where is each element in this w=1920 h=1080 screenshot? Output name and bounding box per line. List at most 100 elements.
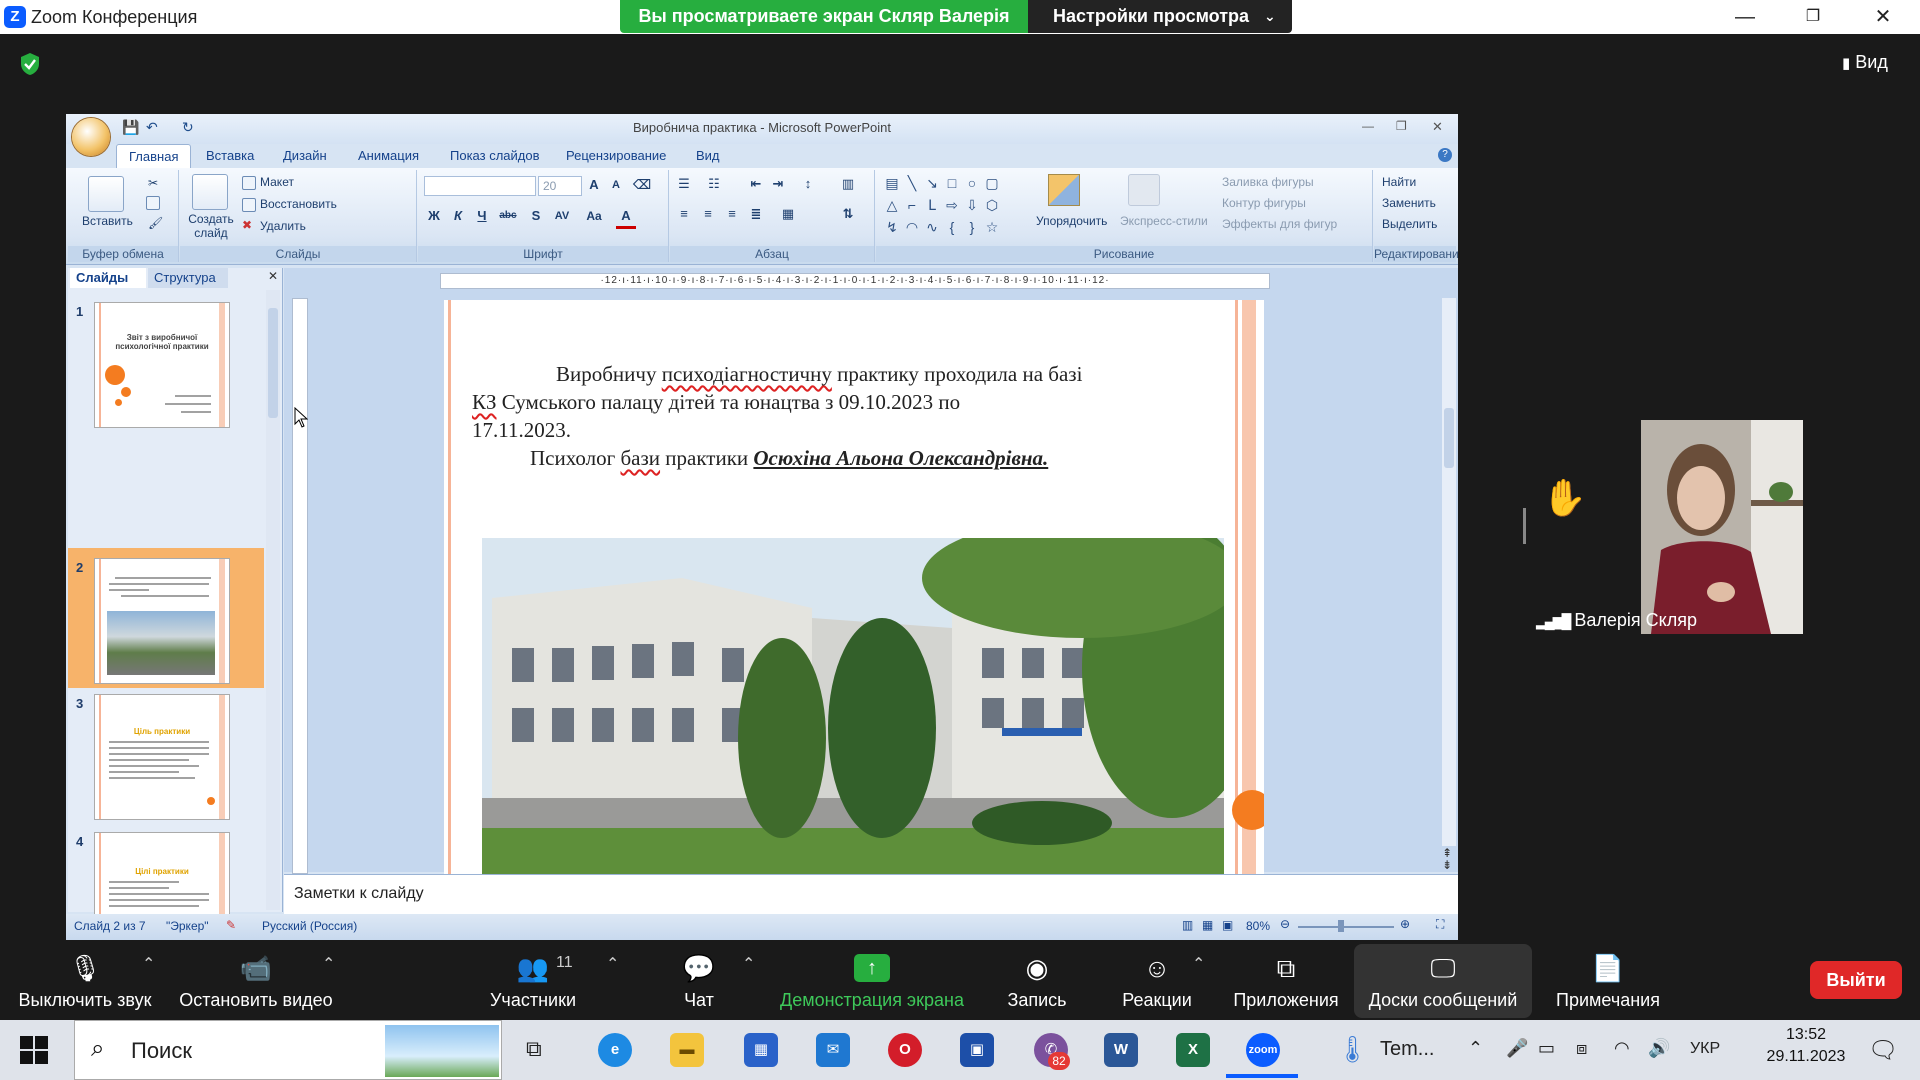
slide-thumbnail-1[interactable]: Звіт з виробничої психологічної практики: [94, 302, 230, 428]
tab-outline[interactable]: Структура: [148, 268, 228, 288]
line-spacing-icon[interactable]: ↕: [798, 174, 818, 194]
paste-button[interactable]: Вставить: [82, 214, 133, 228]
tray-overflow-icon[interactable]: ⌃: [1468, 1038, 1483, 1059]
oval-shape-icon[interactable]: ○: [964, 176, 980, 190]
shape-effects-button[interactable]: Эффекты для фигур: [1222, 217, 1337, 231]
brace-right-shape-icon[interactable]: }: [964, 220, 980, 234]
restore-icon[interactable]: ❐: [1778, 0, 1848, 34]
ppt-minimize-icon[interactable]: —: [1362, 119, 1374, 133]
participants-caret-icon[interactable]: ⌃: [606, 954, 619, 974]
security-shield-icon[interactable]: [19, 52, 41, 76]
zoom-out-icon[interactable]: ⊖: [1280, 917, 1290, 931]
tab-insert[interactable]: Вставка: [206, 144, 254, 168]
quick-styles-button[interactable]: Экспресс-стили: [1120, 214, 1208, 228]
reactions-caret-icon[interactable]: ⌃: [1192, 954, 1205, 974]
align-left-icon[interactable]: ≡: [674, 204, 694, 224]
tab-view[interactable]: Вид: [696, 144, 720, 168]
display-icon[interactable]: ⧈: [1576, 1038, 1587, 1059]
rectangle-shape-icon[interactable]: □: [944, 176, 960, 190]
hexagon-shape-icon[interactable]: ⬡: [984, 198, 1000, 212]
down-arrow-shape-icon[interactable]: ⇩: [964, 198, 980, 212]
clear-format-icon[interactable]: ⌫: [632, 175, 652, 195]
building-photo[interactable]: [482, 538, 1224, 874]
slide-text-box[interactable]: Виробничу психодіагностичну практику про…: [472, 360, 1212, 472]
clock[interactable]: 13:52 29.11.2023: [1756, 1026, 1856, 1066]
triangle-shape-icon[interactable]: △: [884, 198, 900, 212]
curve-shape-icon[interactable]: ◠: [904, 220, 920, 234]
textbox-shape-icon[interactable]: ▤: [884, 176, 900, 190]
tab-slides[interactable]: Слайды: [70, 268, 146, 288]
tab-design[interactable]: Дизайн: [283, 144, 327, 168]
pane-scrollbar[interactable]: [266, 290, 280, 910]
font-color-icon[interactable]: A: [616, 206, 636, 229]
shadow-icon[interactable]: S: [526, 206, 546, 226]
change-case-icon[interactable]: Aa: [584, 206, 604, 226]
freeform-shape-icon[interactable]: ↯: [884, 220, 900, 234]
zoom-taskbar-icon[interactable]: zoom: [1246, 1033, 1280, 1067]
share-screen-button[interactable]: ↑ Демонстрация экрана: [772, 940, 972, 1020]
shape-fill-button[interactable]: Заливка фигуры: [1222, 175, 1314, 189]
select-button[interactable]: Выделить: [1382, 217, 1437, 231]
audio-options-caret-icon[interactable]: ⌃: [142, 954, 155, 974]
mail-icon[interactable]: ✉: [816, 1033, 850, 1067]
language-indicator[interactable]: УКР: [1690, 1040, 1720, 1058]
find-button[interactable]: Найти: [1382, 175, 1416, 189]
editor-scrollbar[interactable]: [1442, 298, 1456, 846]
new-slide-icon[interactable]: [192, 174, 228, 210]
slide-canvas[interactable]: Виробничу психодіагностичну практику про…: [444, 300, 1264, 874]
connector-shape-icon[interactable]: ⌐: [904, 198, 920, 212]
shrink-font-icon[interactable]: A: [606, 175, 626, 195]
layout-button[interactable]: Макет: [260, 175, 294, 189]
justify-icon[interactable]: ≣: [746, 204, 766, 224]
zoom-level[interactable]: 80%: [1246, 919, 1270, 933]
close-pane-icon[interactable]: ✕: [268, 269, 278, 283]
notifications-icon[interactable]: 🗨: [1868, 1036, 1898, 1065]
stop-video-button[interactable]: 📹 Остановить видео: [176, 940, 336, 1020]
star-shape-icon[interactable]: ☆: [984, 220, 1000, 234]
volume-icon[interactable]: 🔊: [1648, 1038, 1670, 1059]
right-arrow-shape-icon[interactable]: ⇨: [944, 198, 960, 212]
columns-icon[interactable]: ▥: [838, 174, 858, 194]
store-icon[interactable]: ▦: [744, 1033, 778, 1067]
delete-button[interactable]: Удалить: [260, 219, 306, 233]
microphone-tray-icon[interactable]: 🎤: [1506, 1038, 1528, 1059]
apps-button[interactable]: ⧉ Приложения: [1226, 940, 1346, 1020]
bullets-icon[interactable]: ☰: [674, 174, 694, 194]
normal-view-icon[interactable]: ▥: [1182, 918, 1193, 932]
ppt-restore-icon[interactable]: ❐: [1396, 119, 1407, 133]
taskbar-search[interactable]: ⌕ Поиск: [74, 1020, 502, 1080]
slideshow-view-icon[interactable]: ▣: [1222, 918, 1233, 932]
undo-icon[interactable]: ↶: [146, 119, 158, 136]
arrow-shape-icon[interactable]: ↘: [924, 176, 940, 190]
sorter-view-icon[interactable]: ▦: [1202, 918, 1213, 932]
thermometer-icon[interactable]: 🌡: [1336, 1034, 1369, 1065]
task-view-icon[interactable]: ⧉: [526, 1036, 542, 1062]
excel-icon[interactable]: X: [1176, 1033, 1210, 1067]
underline-icon[interactable]: Ч: [472, 206, 492, 226]
format-painter-icon[interactable]: 🖌: [148, 216, 163, 230]
tab-review[interactable]: Рецензирование: [566, 144, 666, 168]
save-disk-icon[interactable]: ▣: [960, 1033, 994, 1067]
slide-thumbnail-3[interactable]: Ціль практики: [94, 694, 230, 820]
arrange-button[interactable]: Упорядочить: [1036, 214, 1107, 228]
gallery-divider[interactable]: [1523, 508, 1526, 544]
cut-icon[interactable]: ✂: [148, 176, 158, 190]
reactions-button[interactable]: ☺ Реакции: [1114, 940, 1200, 1020]
font-name-input[interactable]: [424, 176, 536, 196]
wifi-icon[interactable]: ◠: [1614, 1038, 1630, 1059]
tab-home[interactable]: Главная: [116, 144, 192, 169]
spellcheck-icon[interactable]: ✎: [226, 918, 236, 932]
notes-button[interactable]: 📄 Примечания: [1548, 940, 1668, 1020]
grow-font-icon[interactable]: A: [584, 175, 604, 195]
text-direction-icon[interactable]: ⇅: [838, 204, 858, 224]
shape-outline-button[interactable]: Контур фигуры: [1222, 196, 1306, 210]
tab-slideshow[interactable]: Показ слайдов: [450, 144, 540, 168]
next-slide-icon[interactable]: ⇟: [1442, 858, 1452, 872]
file-explorer-icon[interactable]: ▬: [670, 1033, 704, 1067]
record-button[interactable]: ◉ Запись: [994, 940, 1080, 1020]
decrease-indent-icon[interactable]: ⇤: [746, 174, 766, 194]
numbering-icon[interactable]: ☷: [704, 174, 724, 194]
strikethrough-icon[interactable]: abc: [498, 206, 518, 226]
slide-thumbnail-2[interactable]: [94, 558, 230, 684]
line-shape-icon[interactable]: ╲: [904, 176, 920, 190]
